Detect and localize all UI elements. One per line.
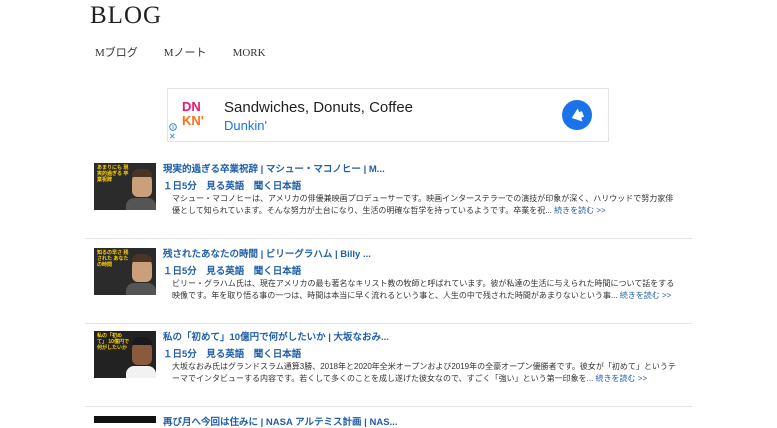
- read-more-link[interactable]: 続きを読む >>: [554, 206, 606, 215]
- post-title-link[interactable]: 私の「初めて」10億円で何がしたいか | 大坂なおみ...: [163, 329, 389, 343]
- post-excerpt: ビリー・グラハム氏は、現在アメリカの最も著名なキリスト教の牧師と呼ばれています。…: [172, 278, 677, 301]
- read-more-link[interactable]: 続きを読む >>: [596, 374, 648, 383]
- post-subtitle[interactable]: １日5分 見る英語 聞く日本語: [163, 263, 301, 277]
- post-thumbnail[interactable]: 私の「初めて」 10億円で 何がしたいか: [94, 331, 156, 378]
- post-subtitle[interactable]: １日5分 見る英語 聞く日本語: [163, 346, 301, 360]
- post-thumbnail[interactable]: あまりにも 現実的過ぎる 卒業祝辞: [94, 163, 156, 210]
- site-logo[interactable]: BLOG: [90, 2, 162, 30]
- thumbnail-hair-shape: [132, 337, 152, 345]
- dunkin-logo: DN KN': [182, 100, 212, 130]
- nav-item-m-note[interactable]: Mノート: [164, 45, 207, 61]
- thumbnail-body-shape: [126, 283, 156, 295]
- dunkin-logo-line1: DN: [182, 99, 201, 114]
- thumbnail-body-shape: [126, 198, 156, 210]
- read-more-link[interactable]: 続きを読む >>: [620, 291, 672, 300]
- thumbnail-body-shape: [126, 366, 156, 378]
- post-title-link[interactable]: 残されたあなたの時間 | ビリーグラハム | Billy ...: [163, 246, 371, 260]
- thumbnail-caption: 私の「初めて」 10億円で 何がしたいか: [97, 333, 129, 351]
- ad-headline[interactable]: Sandwiches, Donuts, Coffee: [224, 99, 413, 116]
- ad-go-button[interactable]: [562, 100, 592, 130]
- post-excerpt-text: ビリー・グラハム氏は、現在アメリカの最も著名なキリスト教の牧師と呼ばれています。…: [172, 279, 675, 300]
- post-thumbnail[interactable]: 知るの早さ 残された あなたの時間: [94, 248, 156, 295]
- ad-info-icon[interactable]: [169, 123, 177, 131]
- thumbnail-caption: 知るの早さ 残された あなたの時間: [97, 250, 129, 268]
- post-item: 知るの早さ 残された あなたの時間 残されたあなたの時間 | ビリーグラハム |…: [85, 248, 692, 324]
- post-excerpt: マシュー・マコノヒーは、アメリカの俳優兼映画プロデューサーです。映画インターステ…: [172, 193, 677, 216]
- ad-brand[interactable]: Dunkin': [224, 118, 267, 133]
- post-subtitle[interactable]: １日5分 見る英語 聞く日本語: [163, 178, 301, 192]
- ad-banner[interactable]: DN KN' Sandwiches, Donuts, Coffee Dunkin…: [167, 88, 609, 142]
- arrow-right-icon: [571, 108, 585, 122]
- post-title-link[interactable]: 再び月へ今回は住みに | NASA アルテミス計画 | NAS...: [163, 414, 397, 428]
- post-thumbnail[interactable]: [94, 416, 156, 423]
- post-title-link[interactable]: 現実的過ぎる卒業祝辞 | マシュー・マコノヒー | M...: [163, 161, 385, 175]
- post-item: 私の「初めて」 10億円で 何がしたいか 私の「初めて」10億円で何がしたいか …: [85, 331, 692, 407]
- dunkin-logo-line2: KN': [182, 113, 204, 128]
- post-item: 再び月へ今回は住みに | NASA アルテミス計画 | NAS...: [85, 416, 692, 428]
- nav-item-m-blog[interactable]: Mブログ: [95, 45, 138, 61]
- ad-close-icon[interactable]: ✕: [169, 133, 176, 141]
- post-excerpt: 大坂なおみ氏はグランドスラム通算3勝、2018年と2020年全米オープンおよび2…: [172, 361, 677, 384]
- thumbnail-caption: あまりにも 現実的過ぎる 卒業祝辞: [97, 165, 129, 183]
- thumbnail-hair-shape: [132, 169, 152, 177]
- post-item: あまりにも 現実的過ぎる 卒業祝辞 現実的過ぎる卒業祝辞 | マシュー・マコノヒ…: [85, 163, 692, 239]
- thumbnail-hair-shape: [132, 254, 152, 262]
- main-nav: Mブログ Mノート MORK: [95, 45, 292, 61]
- nav-item-mork[interactable]: MORK: [233, 45, 266, 61]
